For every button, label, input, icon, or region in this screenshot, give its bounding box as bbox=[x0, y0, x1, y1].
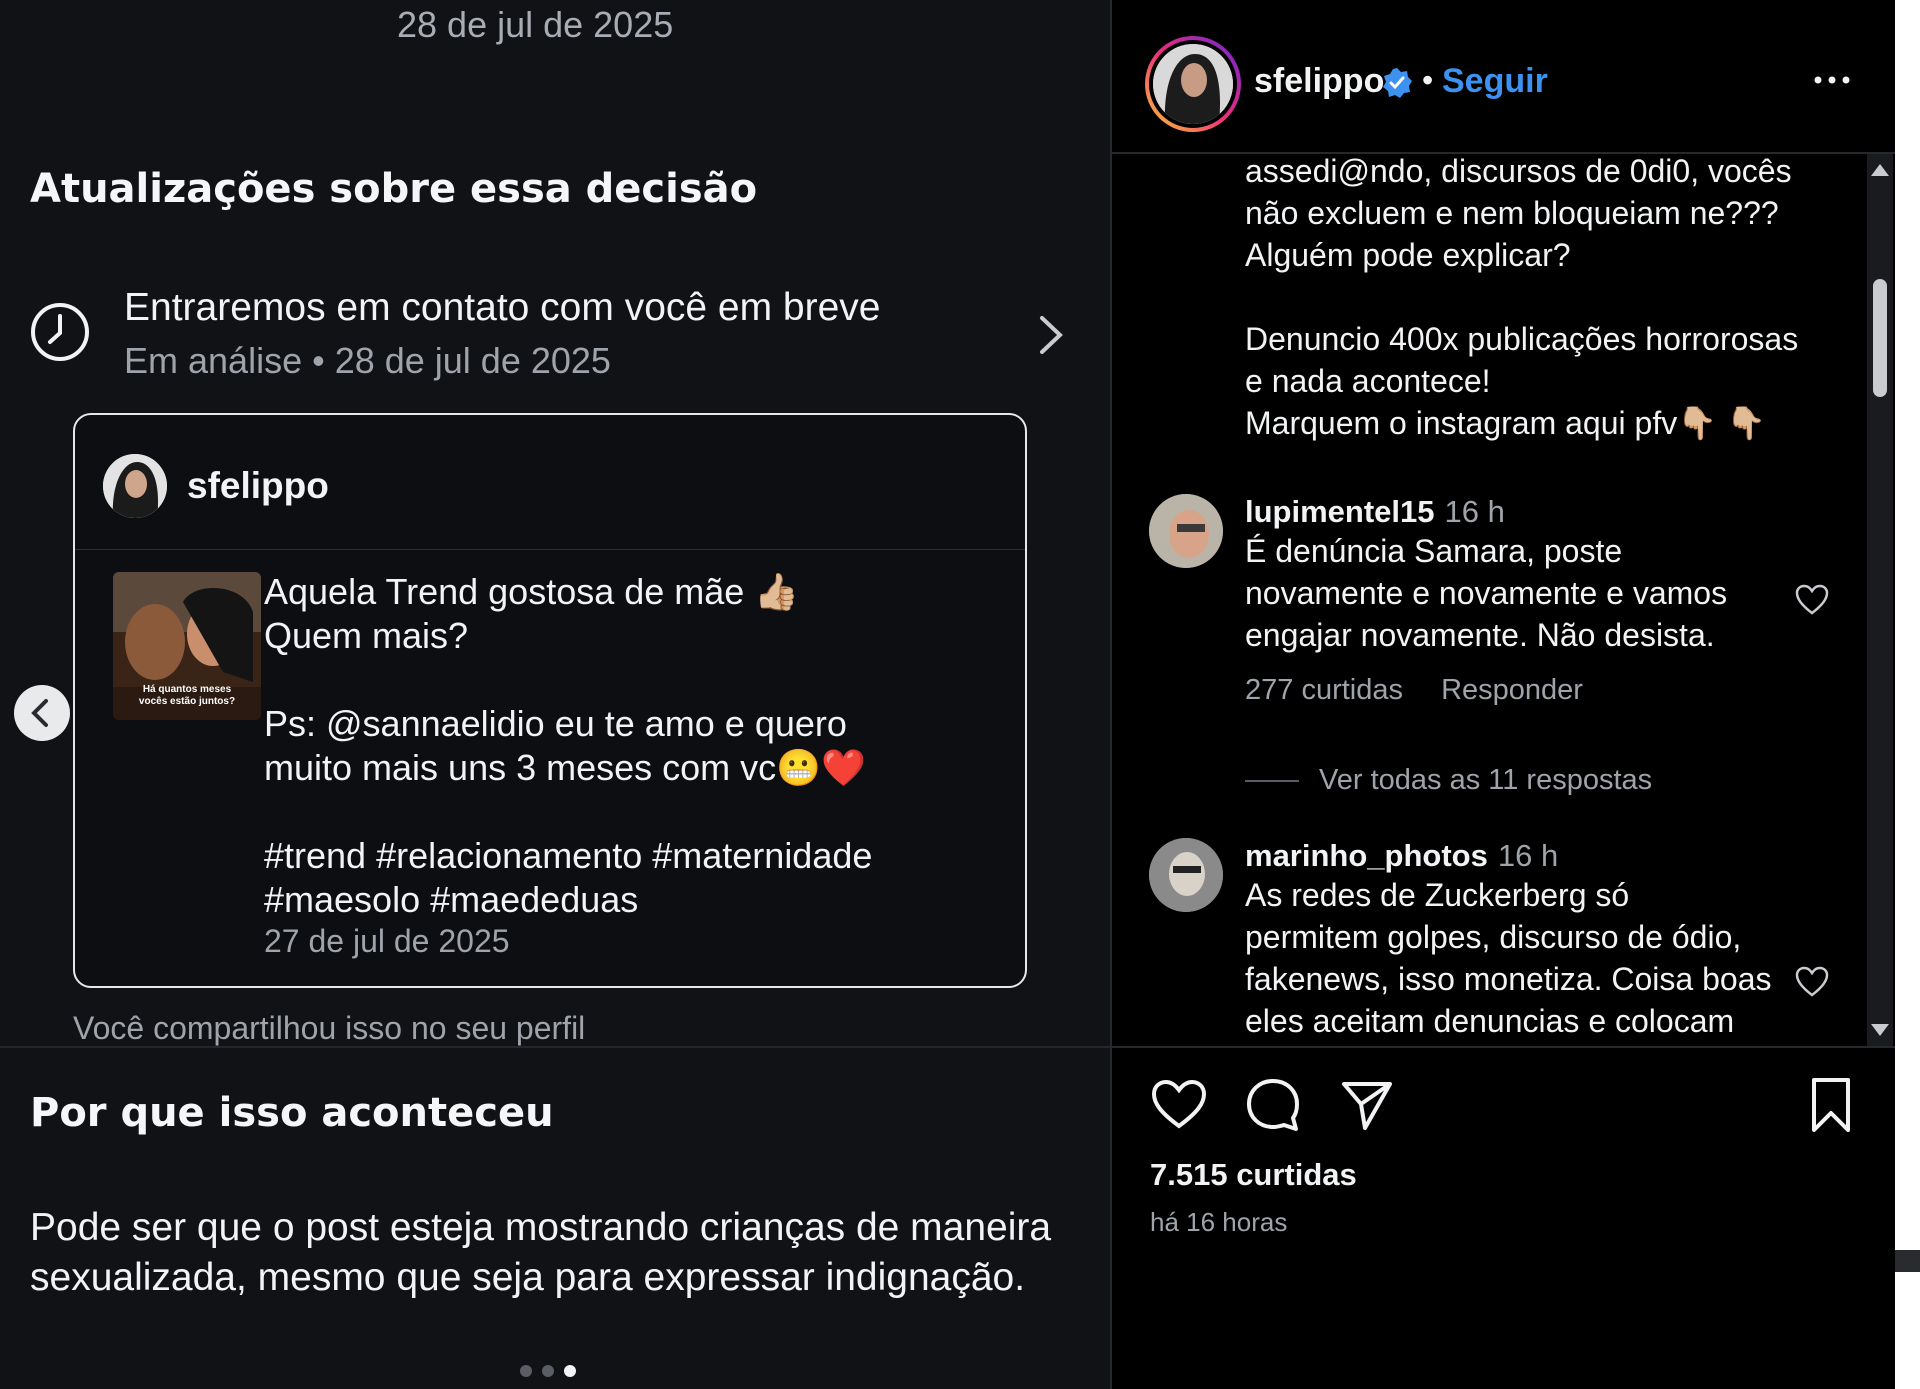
clock-icon bbox=[31, 303, 89, 361]
updates-title: Atualizações sobre essa decisão bbox=[30, 166, 758, 212]
caption-line bbox=[264, 658, 1004, 702]
carousel-dot[interactable] bbox=[520, 1365, 532, 1377]
comment-text: É denúncia Samara, poste novamente e nov… bbox=[1245, 530, 1805, 656]
caption-line: #trend #relacionamento #maternidade bbox=[264, 835, 873, 876]
action-bar bbox=[1112, 1076, 1895, 1136]
heart-icon[interactable] bbox=[1150, 1076, 1208, 1134]
avatar bbox=[103, 454, 167, 518]
instagram-post-panel: sfelippo • Seguir assedi@ndo, discursos … bbox=[1110, 0, 1895, 1389]
post-thumbnail: Há quantos meses vocês estão juntos? bbox=[113, 572, 261, 720]
chevron-right-icon bbox=[1040, 316, 1063, 354]
caption-line: #maesolo #maededuas bbox=[264, 879, 639, 920]
comments-list[interactable]: assedi@ndo, discursos de 0di0, vocês não… bbox=[1112, 154, 1872, 1046]
bookmark-icon[interactable] bbox=[1802, 1076, 1860, 1134]
comment-time: 16 h bbox=[1444, 494, 1505, 529]
caption-line bbox=[264, 790, 1004, 834]
carousel-dots bbox=[520, 1365, 576, 1377]
window-edge bbox=[1895, 0, 1920, 1389]
previous-button[interactable] bbox=[14, 685, 70, 741]
divider bbox=[1112, 1046, 1895, 1048]
post-username: sfelippo bbox=[187, 465, 329, 506]
caption-line: Aquela Trend gostosa de mãe 👍🏼 bbox=[264, 571, 800, 612]
thumbnail-caption: Há quantos meses vocês estão juntos? bbox=[138, 684, 236, 707]
why-title: Por que isso aconteceu bbox=[30, 1090, 554, 1136]
comment-line: e nada acontece! bbox=[1245, 363, 1491, 399]
reply-button[interactable]: Responder bbox=[1441, 674, 1583, 706]
post-date: 27 de jul de 2025 bbox=[264, 923, 510, 959]
verified-icon bbox=[1383, 68, 1412, 98]
status-heading: Entraremos em contato com você em breve bbox=[124, 286, 881, 329]
post-card[interactable]: sfelippo Há quantos meses vocês estão ju… bbox=[73, 413, 1027, 988]
window-edge-mark bbox=[1895, 1250, 1920, 1272]
carousel-dot-active[interactable] bbox=[564, 1365, 576, 1377]
avatar bbox=[1153, 44, 1233, 124]
comment-line: Marquem o instagram aqui pfv👇🏼 👇🏼 bbox=[1245, 405, 1766, 441]
comment-time: 16 h bbox=[1497, 838, 1559, 873]
view-replies-button[interactable]: Ver todas as 11 respostas bbox=[1245, 764, 1652, 797]
post-author[interactable]: sfelippo bbox=[1254, 62, 1384, 101]
caption-line: muito mais uns 3 meses com vc😬❤️ bbox=[264, 747, 866, 788]
why-explanation: Pode ser que o post esteja mostrando cri… bbox=[30, 1206, 1052, 1299]
comment-line: assedi@ndo, discursos de 0di0, vocês bbox=[1245, 154, 1792, 189]
comment-line: Alguém pode explicar? bbox=[1245, 237, 1571, 273]
comment-line: eles aceitam denuncias e colocam bbox=[1245, 1003, 1735, 1039]
comment-line: As redes de Zuckerberg só bbox=[1245, 877, 1630, 913]
comment-line bbox=[1245, 276, 1845, 318]
comment-line: não excluem e nem bloqueiam ne??? bbox=[1245, 195, 1779, 231]
comment-icon[interactable] bbox=[1244, 1076, 1302, 1134]
comment-meta: 277 curtidas Responder bbox=[1245, 674, 1805, 707]
comment-line: engajar novamente. Não desista. bbox=[1245, 617, 1715, 653]
status-row[interactable]: Entraremos em contato com você em breve … bbox=[28, 280, 1068, 390]
post-header: sfelippo • Seguir bbox=[1112, 0, 1895, 154]
heart-icon[interactable] bbox=[1795, 966, 1829, 998]
divider bbox=[0, 1046, 1110, 1048]
scroll-up-arrow[interactable] bbox=[1871, 164, 1889, 176]
post-time: há 16 horas bbox=[1150, 1207, 1288, 1237]
chevron-left-icon bbox=[31, 699, 48, 727]
comment-text: As redes de Zuckerberg só permitem golpe… bbox=[1245, 874, 1805, 1042]
comment-line: novamente e novamente e vamos bbox=[1245, 575, 1728, 611]
comment-line: fakenews, isso monetiza. Coisa boas bbox=[1245, 961, 1772, 997]
share-icon[interactable] bbox=[1338, 1076, 1396, 1134]
story-ring-avatar[interactable] bbox=[1145, 36, 1241, 132]
comment-text: assedi@ndo, discursos de 0di0, vocês não… bbox=[1245, 154, 1845, 444]
caption-line: Ps: @sannaelidio eu te amo e quero bbox=[264, 703, 847, 744]
comment-line: permitem golpes, discurso de ódio, bbox=[1245, 919, 1742, 955]
more-icon[interactable] bbox=[1812, 70, 1852, 90]
replies-line bbox=[1245, 780, 1299, 783]
scroll-thumb[interactable] bbox=[1873, 279, 1887, 397]
avatar[interactable] bbox=[1149, 838, 1223, 912]
likes-count[interactable]: 7.515 curtidas bbox=[1150, 1157, 1357, 1193]
shared-note: Você compartilhou isso no seu perfil bbox=[73, 1010, 586, 1046]
comment-likes[interactable]: 277 curtidas bbox=[1245, 674, 1403, 706]
moderation-panel: 28 de jul de 2025 Atualizações sobre ess… bbox=[0, 0, 1110, 1389]
heart-icon[interactable] bbox=[1795, 584, 1829, 616]
post-caption: Aquela Trend gostosa de mãe 👍🏼 Quem mais… bbox=[264, 570, 1004, 922]
follow-button[interactable]: Seguir bbox=[1442, 62, 1548, 101]
scrollbar[interactable] bbox=[1867, 154, 1893, 1046]
comment-line: É denúncia Samara, poste bbox=[1245, 533, 1623, 569]
avatar[interactable] bbox=[1149, 494, 1223, 568]
comment-line: Denuncio 400x publicações horrorosas bbox=[1245, 321, 1799, 357]
status-subtext: Em análise • 28 de jul de 2025 bbox=[124, 340, 611, 381]
post-card-header: sfelippo bbox=[75, 415, 1025, 550]
comment-username[interactable]: marinho_photos bbox=[1245, 838, 1488, 873]
caption-line: Quem mais? bbox=[264, 615, 469, 656]
carousel-dot[interactable] bbox=[542, 1365, 554, 1377]
comment-username[interactable]: lupimentel15 bbox=[1245, 494, 1435, 529]
separator: • bbox=[1422, 62, 1434, 98]
scroll-down-arrow[interactable] bbox=[1871, 1024, 1889, 1036]
view-replies-label: Ver todas as 11 respostas bbox=[1319, 764, 1653, 796]
top-date: 28 de jul de 2025 bbox=[397, 4, 674, 45]
